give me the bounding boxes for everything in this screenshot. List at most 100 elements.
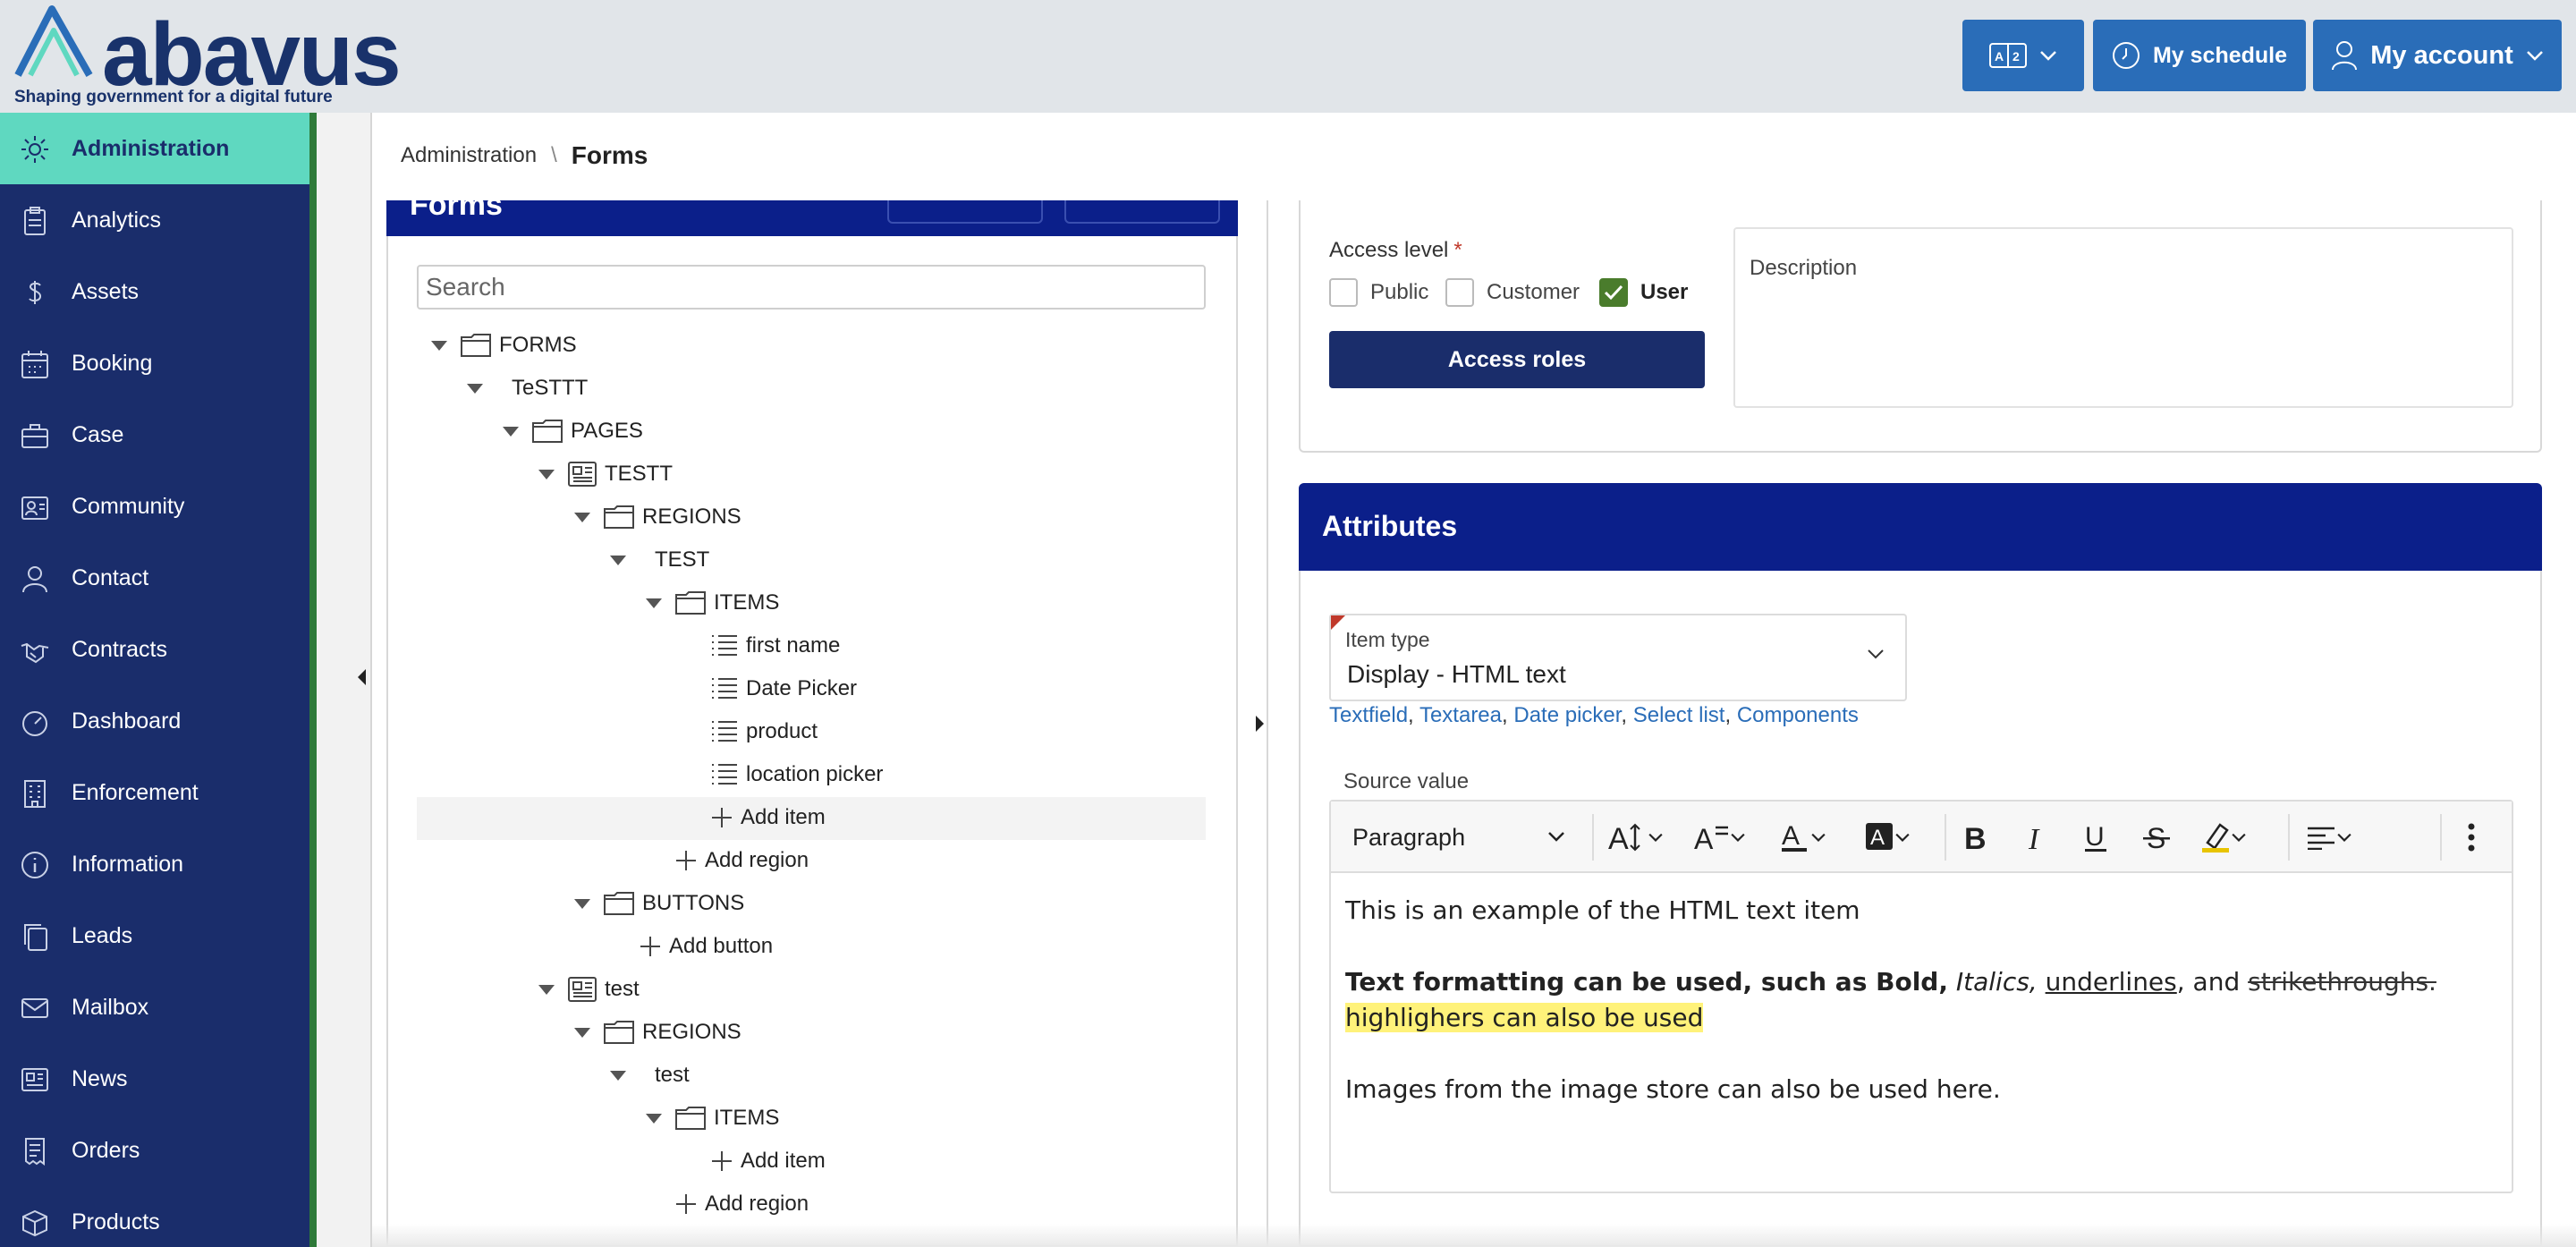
tree-node[interactable]: REGIONS	[574, 496, 741, 539]
sidebar-item-analytics[interactable]: Analytics	[0, 184, 309, 256]
expand-toggle-icon[interactable]	[538, 984, 555, 995]
panel-header-button[interactable]	[887, 200, 1043, 224]
tree-node[interactable]: ITEMS	[646, 581, 779, 624]
tree-node[interactable]: ITEMS	[646, 1097, 779, 1140]
checkbox-box[interactable]	[1445, 278, 1474, 307]
chevron-down-icon	[1648, 833, 1663, 842]
sidebar-item-dashboard[interactable]: Dashboard	[0, 685, 309, 757]
tree-node[interactable]: test	[538, 968, 640, 1011]
tree-node[interactable]: TEST	[610, 539, 709, 581]
editor-content[interactable]: This is an example of the HTML text item…	[1345, 893, 2490, 1143]
sidebar-item-information[interactable]: Information	[0, 828, 309, 900]
strikethrough-button[interactable]: S	[2143, 802, 2179, 873]
tree-add-action[interactable]: Add region	[674, 1183, 809, 1226]
collapse-left-icon[interactable]	[358, 669, 366, 685]
sidebar-item-orders[interactable]: Orders	[0, 1115, 309, 1186]
text-color-button[interactable]: A	[1780, 802, 1852, 873]
sidebar-item-assets[interactable]: Assets	[0, 256, 309, 327]
checkbox-box[interactable]	[1329, 278, 1358, 307]
italic-button[interactable]: I	[2023, 802, 2059, 873]
link-select-list[interactable]: Select list	[1633, 703, 1725, 727]
panel-header-button[interactable]	[1064, 200, 1220, 224]
tree-add-action[interactable]: Add button	[639, 925, 773, 968]
align-button[interactable]	[2306, 802, 2377, 873]
breadcrumb-administration[interactable]: Administration	[401, 143, 537, 168]
sidebar-item-news[interactable]: News	[0, 1043, 309, 1115]
expand-toggle-icon[interactable]	[610, 1070, 626, 1081]
editor-line-3: Images from the image store can also be …	[1345, 1074, 2001, 1104]
expand-toggle-icon[interactable]	[431, 340, 447, 351]
sidebar-item-leads[interactable]: Leads	[0, 900, 309, 971]
tree-add-action[interactable]: Add item	[710, 796, 826, 839]
tree-node[interactable]: first name	[710, 624, 840, 667]
item-type-select[interactable]: Item type Display - HTML text	[1329, 614, 1907, 701]
expand-toggle-icon[interactable]	[646, 1113, 662, 1124]
check-icon	[1604, 284, 1623, 301]
svg-text:A: A	[1870, 826, 1885, 850]
tree-node-label: test	[605, 977, 640, 1001]
expand-toggle-icon[interactable]	[574, 512, 590, 522]
tree-add-action[interactable]: Add region	[674, 839, 809, 882]
expand-toggle-icon[interactable]	[574, 1027, 590, 1038]
sidebar-item-enforcement[interactable]: Enforcement	[0, 757, 309, 828]
plus-icon	[712, 1151, 732, 1171]
sidebar-item-community[interactable]: Community	[0, 471, 309, 542]
sidebar-item-label: Booking	[72, 350, 153, 376]
sidebar-item-contracts[interactable]: Contracts	[0, 614, 309, 685]
expand-toggle-icon[interactable]	[646, 598, 662, 608]
info-icon	[21, 852, 48, 878]
tree-node[interactable]: test	[610, 1054, 690, 1097]
tree-node[interactable]: REGIONS	[574, 1011, 741, 1054]
search-input[interactable]: Search	[417, 265, 1206, 310]
description-field[interactable]: Description	[1733, 227, 2513, 408]
my-schedule-button[interactable]: My schedule	[2093, 20, 2306, 91]
bold-button[interactable]: B	[1962, 802, 1998, 873]
language-button[interactable]: A2	[1962, 20, 2084, 91]
link-textarea[interactable]: Textarea	[1419, 703, 1502, 727]
expand-toggle-icon[interactable]	[467, 383, 483, 394]
highlight-button[interactable]	[2200, 802, 2272, 873]
access-roles-button[interactable]: Access roles	[1329, 331, 1705, 388]
expand-toggle-icon[interactable]	[610, 555, 626, 565]
more-options-button[interactable]	[2467, 802, 2494, 873]
tree-node[interactable]: TESTT	[538, 453, 673, 496]
checkbox-public[interactable]: Public	[1329, 277, 1428, 308]
background-color-button[interactable]: A	[1864, 802, 1936, 873]
link-components[interactable]: Components	[1737, 703, 1859, 727]
chevron-down-icon	[1811, 833, 1826, 842]
panel-splitter-line[interactable]	[1267, 200, 1268, 1247]
underline-button[interactable]: U	[2082, 802, 2118, 873]
expand-toggle-icon[interactable]	[574, 898, 590, 909]
tree-add-action[interactable]: Add item	[710, 1140, 826, 1183]
checkbox-customer[interactable]: Customer	[1445, 277, 1580, 308]
link-textfield[interactable]: Textfield	[1329, 703, 1408, 727]
checkbox-box-checked[interactable]	[1599, 278, 1628, 307]
tree-node[interactable]: PAGES	[503, 410, 643, 453]
sidebar-item-label: Orders	[72, 1137, 140, 1163]
tree-node[interactable]: Date Picker	[710, 667, 857, 710]
sidebar-item-contact[interactable]: Contact	[0, 542, 309, 614]
expand-toggle-icon[interactable]	[538, 469, 555, 479]
expand-toggle-icon[interactable]	[503, 426, 519, 437]
tree-node[interactable]: BUTTONS	[574, 882, 744, 925]
sidebar-item-products[interactable]: Products	[0, 1186, 309, 1247]
font-size-button[interactable]: A	[1608, 802, 1680, 873]
sidebar-item-mailbox[interactable]: Mailbox	[0, 971, 309, 1043]
sidebar-item-booking[interactable]: Booking	[0, 327, 309, 399]
tree-node[interactable]: location picker	[710, 753, 883, 796]
mail-icon	[21, 998, 48, 1018]
link-date-picker[interactable]: Date picker	[1513, 703, 1621, 727]
tree-node[interactable]: product	[710, 710, 818, 753]
abavus-logo[interactable]: abavus Shaping government for a digital …	[13, 4, 402, 109]
sidebar-scrollbar[interactable]	[309, 113, 317, 1247]
line-height-button[interactable]: A	[1694, 802, 1766, 873]
sidebar-item-case[interactable]: Case	[0, 399, 309, 471]
checkbox-user[interactable]: User	[1599, 277, 1688, 308]
tree-node[interactable]: TeSTTT	[467, 367, 588, 410]
my-account-button[interactable]: My account	[2313, 20, 2562, 91]
required-mark: *	[1453, 238, 1462, 262]
sidebar-item-administration[interactable]: Administration	[0, 113, 309, 184]
tree-node[interactable]: FORMS	[431, 324, 577, 367]
block-format-dropdown[interactable]: Paragraph	[1352, 802, 1567, 873]
expand-right-icon[interactable]	[1256, 716, 1264, 732]
